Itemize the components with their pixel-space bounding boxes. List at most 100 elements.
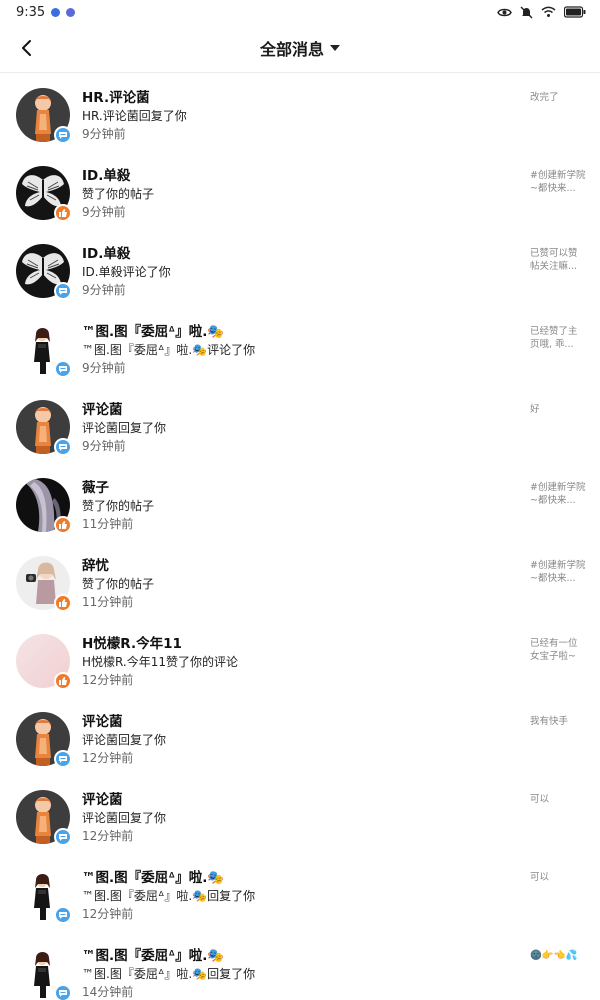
content-preview[interactable]: 🌚👉👈💦 [530, 949, 586, 962]
message-item[interactable]: 辞忧 赞了你的帖子 11分钟前 #创建新学院~都快来... [0, 541, 600, 619]
notification-app-icon [51, 7, 61, 17]
message-action: HR.评论菌回复了你 [82, 109, 187, 123]
message-action: ™图.图『委屈ᐞ』啦.🎭回复了你 [82, 889, 256, 903]
comment-badge [54, 438, 72, 456]
comment-icon [59, 989, 67, 997]
content-preview[interactable]: 已经有一位女宝子啦~ [530, 637, 586, 663]
comment-badge [54, 282, 72, 300]
sender-name[interactable]: ™图.图『委屈ᐞ』啦.🎭 [82, 323, 502, 341]
message-item[interactable]: ID.单殺 赞了你的帖子 9分钟前 #创建新学院~都快来... [0, 151, 600, 229]
message-time: 12分钟前 [82, 751, 134, 765]
message-time: 11分钟前 [82, 517, 134, 531]
message-item[interactable]: ™图.图『委屈ᐞ』啦.🎭 ™图.图『委屈ᐞ』啦.🎭回复了你 12分钟前 可以 [0, 853, 600, 931]
caret-down-icon [330, 44, 340, 51]
message-filter-dropdown[interactable]: 全部消息 [260, 36, 340, 60]
message-item[interactable]: 评论菌 评论菌回复了你 12分钟前 可以 [0, 775, 600, 853]
content-preview[interactable]: 已经赞了主页哦, 乖... [530, 325, 586, 351]
like-badge [54, 516, 72, 534]
avatar-wrapper [16, 556, 72, 612]
back-button[interactable] [14, 36, 38, 60]
avatar-wrapper [16, 712, 72, 768]
message-item[interactable]: HR.评论菌 HR.评论菌回复了你 9分钟前 改完了 [0, 73, 600, 151]
notification-app-icon-2 [66, 7, 76, 17]
message-text: H悦檬R.今年11 H悦檬R.今年11赞了你的评论 12分钟前 [82, 635, 502, 689]
sender-name[interactable]: ™图.图『委屈ᐞ』啦.🎭 [82, 869, 502, 887]
status-time: 9:35 [16, 4, 46, 20]
thumbs-up-icon [59, 521, 67, 529]
message-item[interactable]: H悦檬R.今年11 H悦檬R.今年11赞了你的评论 12分钟前 已经有一位女宝子啦~ [0, 619, 600, 697]
message-list: HR.评论菌 HR.评论菌回复了你 9分钟前 改完了 ID.单殺 赞了你的帖子 9分钟前 #创… [0, 73, 600, 1000]
sender-name[interactable]: 评论菌 [82, 791, 502, 809]
message-text: 薇子赞了你的帖子 11分钟前 [82, 479, 502, 533]
sender-name[interactable]: ™图.图『委屈ᐞ』啦.🎭 [82, 947, 502, 965]
status-right [497, 6, 586, 19]
content-preview[interactable]: 可以 [530, 793, 586, 806]
thumbs-up-icon [59, 599, 67, 607]
content-preview[interactable]: 我有快手 [530, 715, 586, 728]
status-bar: 9:35 [0, 0, 600, 24]
comment-icon [59, 833, 67, 841]
message-item[interactable]: 评论菌评论菌回复了你 12分钟前 我有快手 [0, 697, 600, 775]
comment-badge [54, 984, 72, 1000]
sender-name[interactable]: 薇子 [82, 479, 502, 497]
sender-name[interactable]: 评论菌 [82, 401, 502, 419]
message-item[interactable]: 薇子赞了你的帖子 11分钟前 #创建新学院~都快来... [0, 463, 600, 541]
message-item[interactable]: 评论菌 评论菌回复了你 9分钟前 好 [0, 385, 600, 463]
message-action: 评论菌回复了你 [82, 811, 167, 825]
message-text: ™图.图『委屈ᐞ』啦.🎭 ™图.图『委屈ᐞ』啦.🎭回复了你 12分钟前 [82, 869, 502, 923]
avatar-wrapper [16, 478, 72, 534]
message-time: 14分钟前 [82, 985, 134, 999]
avatar-wrapper [16, 868, 72, 924]
comment-badge [54, 360, 72, 378]
message-text: 评论菌 评论菌回复了你 9分钟前 [82, 401, 502, 455]
content-preview[interactable]: #创建新学院~都快来... [530, 559, 586, 585]
content-preview[interactable]: 可以 [530, 871, 586, 884]
thumbs-up-icon [59, 677, 67, 685]
message-item[interactable]: ID.单殺 ID.单殺评论了你 9分钟前 已赞可以赞帖关注嘛... [0, 229, 600, 307]
message-time: 9分钟前 [82, 127, 126, 141]
comment-icon [59, 131, 67, 139]
avatar-wrapper [16, 634, 72, 690]
sender-name[interactable]: 评论菌 [82, 713, 502, 731]
content-preview[interactable]: 已赞可以赞帖关注嘛... [530, 247, 586, 273]
thumbs-up-icon [59, 209, 67, 217]
message-action: 赞了你的帖子 [82, 499, 155, 513]
avatar-wrapper [16, 790, 72, 846]
avatar-wrapper [16, 946, 72, 1000]
sender-name[interactable]: HR.评论菌 [82, 89, 502, 107]
message-item[interactable]: ™图.图『委屈ᐞ』啦.🎭 ™图.图『委屈ᐞ』啦.🎭评论了你 9分钟前 已经赞了主页哦,… [0, 307, 600, 385]
status-left: 9:35 [16, 4, 76, 20]
avatar-wrapper [16, 166, 72, 222]
message-text: ™图.图『委屈ᐞ』啦.🎭 ™图.图『委屈ᐞ』啦.🎭评论了你 9分钟前 [82, 323, 502, 377]
content-preview[interactable]: #创建新学院~都快来... [530, 481, 586, 507]
battery-icon [564, 6, 586, 18]
comment-badge [54, 906, 72, 924]
message-action: ™图.图『委屈ᐞ』啦.🎭回复了你 [82, 967, 256, 981]
sender-name[interactable]: 辞忧 [82, 557, 502, 575]
content-preview[interactable]: 改完了 [530, 91, 586, 104]
message-action: ™图.图『委屈ᐞ』啦.🎭评论了你 [82, 343, 256, 357]
message-text: ™图.图『委屈ᐞ』啦.🎭 ™图.图『委屈ᐞ』啦.🎭回复了你 14分钟前 [82, 947, 502, 1000]
avatar-wrapper [16, 400, 72, 456]
message-time: 11分钟前 [82, 595, 134, 609]
message-time: 9分钟前 [82, 205, 126, 219]
message-text: 评论菌评论菌回复了你 12分钟前 [82, 713, 502, 767]
sender-name[interactable]: ID.单殺 [82, 167, 502, 185]
message-action: H悦檬R.今年11赞了你的评论 [82, 655, 239, 669]
content-preview[interactable]: 好 [530, 403, 586, 416]
comment-badge [54, 126, 72, 144]
message-time: 12分钟前 [82, 907, 134, 921]
message-action: 评论菌回复了你 [82, 733, 167, 747]
message-time: 9分钟前 [82, 439, 126, 453]
message-item[interactable]: ™图.图『委屈ᐞ』啦.🎭 ™图.图『委屈ᐞ』啦.🎭回复了你 14分钟前 🌚👉👈💦 [0, 931, 600, 1000]
message-time: 12分钟前 [82, 673, 134, 687]
sender-name[interactable]: H悦檬R.今年11 [82, 635, 502, 653]
sender-name[interactable]: ID.单殺 [82, 245, 502, 263]
message-text: ID.单殺 赞了你的帖子 9分钟前 [82, 167, 502, 221]
content-preview[interactable]: #创建新学院~都快来... [530, 169, 586, 195]
comment-icon [59, 911, 67, 919]
message-text: ID.单殺 ID.单殺评论了你 9分钟前 [82, 245, 502, 299]
avatar-wrapper [16, 88, 72, 144]
message-text: 评论菌 评论菌回复了你 12分钟前 [82, 791, 502, 845]
message-text: 辞忧 赞了你的帖子 11分钟前 [82, 557, 502, 611]
